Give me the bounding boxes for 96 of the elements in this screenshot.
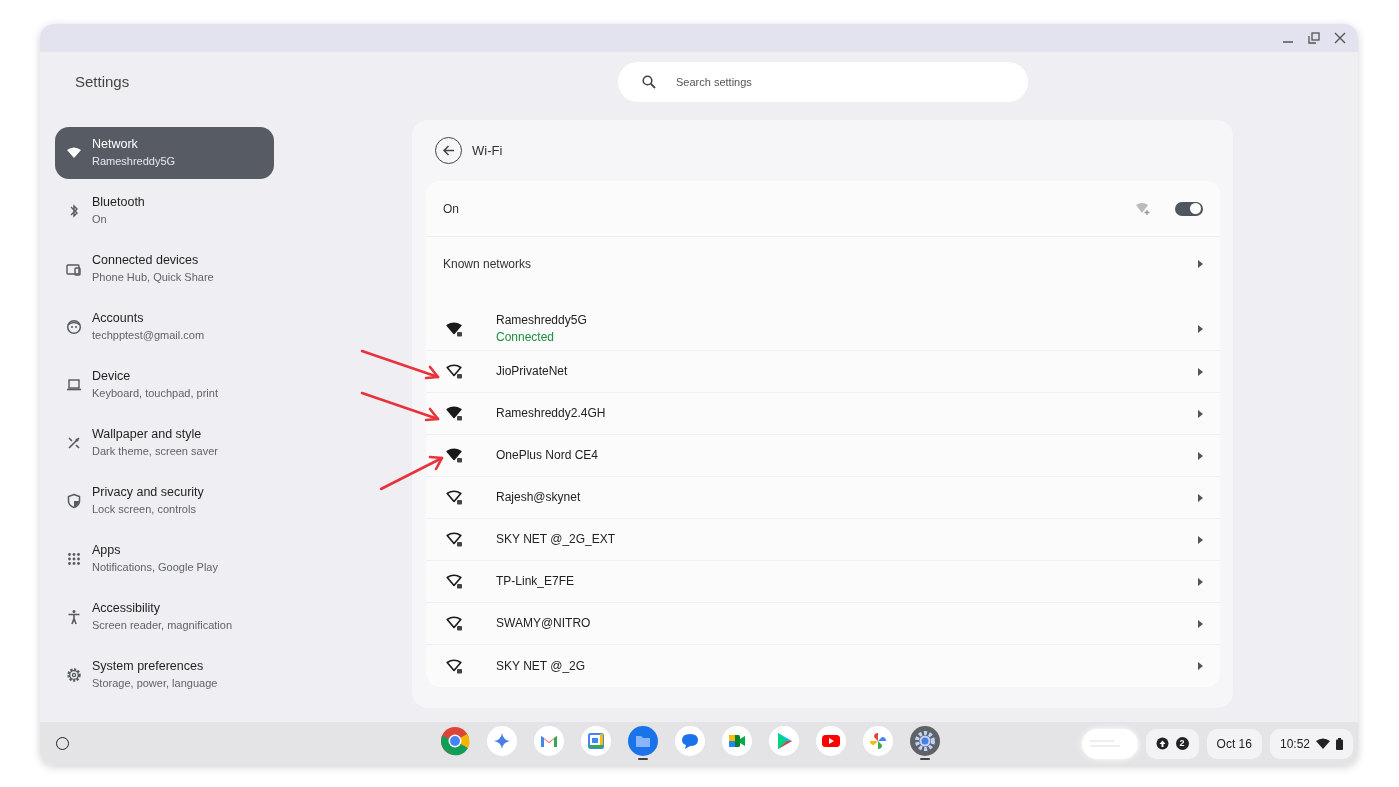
item-title: Connected devices xyxy=(92,252,200,269)
network-name: SWAMY@NITRO xyxy=(496,615,592,632)
wifi-toggle[interactable] xyxy=(1175,201,1203,216)
play-button-icon[interactable] xyxy=(816,726,846,756)
network-name: Rameshreddy2.4GH xyxy=(496,405,607,422)
chevron-icon xyxy=(1198,535,1203,544)
search-icon xyxy=(642,75,656,89)
video-icon[interactable] xyxy=(722,726,752,756)
account-icon xyxy=(66,319,82,335)
wifi-icon xyxy=(1316,738,1330,749)
network-name: OnePlus Nord CE4 xyxy=(496,447,600,464)
chevron-icon xyxy=(1198,577,1203,586)
sidebar-item[interactable]: Accessibility Screen reader, magnification xyxy=(55,591,274,643)
add-network-icon[interactable] xyxy=(1135,201,1151,216)
calendar-icon[interactable] xyxy=(581,726,611,756)
sidebar-item[interactable]: Wallpaper and style Dark theme, screen saver xyxy=(55,417,274,469)
network-row[interactable]: Rameshreddy2.4GH xyxy=(426,393,1220,435)
folder-icon[interactable] xyxy=(628,726,658,756)
shield-icon xyxy=(66,493,82,509)
toggle-label: On xyxy=(443,200,460,218)
apps-icon xyxy=(66,551,82,567)
network-row[interactable]: SKY NET @_2G_EXT xyxy=(426,519,1220,561)
known-networks-link[interactable]: Known networks xyxy=(426,237,1220,291)
network-row[interactable]: OnePlus Nord CE4 xyxy=(426,435,1220,477)
sidebar-item[interactable]: System preferences Storage, power, language xyxy=(55,649,274,701)
page-title: Wi-Fi xyxy=(472,141,503,160)
settings-icon xyxy=(66,667,82,683)
sidebar-item[interactable]: Bluetooth On xyxy=(55,185,274,237)
network-name: JioPrivateNet xyxy=(496,363,569,380)
chevron-icon xyxy=(1198,662,1203,670)
battery-icon xyxy=(1336,737,1343,750)
notification-tray[interactable]: 2 xyxy=(1145,728,1199,759)
item-title: Privacy and security xyxy=(92,484,204,501)
restore-icon[interactable] xyxy=(1308,32,1320,44)
browser-icon[interactable] xyxy=(440,726,470,756)
item-title: Accessibility xyxy=(92,600,162,617)
sidebar-item[interactable]: Privacy and security Lock screen, controls xyxy=(55,475,274,527)
chevron-icon xyxy=(1198,451,1203,460)
close-icon[interactable] xyxy=(1334,32,1346,44)
date-button[interactable]: Oct 16 xyxy=(1206,728,1262,759)
accessibility-icon xyxy=(66,609,82,625)
item-subtitle: Keyboard, touchpad, print xyxy=(92,386,218,401)
search-field[interactable]: Search settings xyxy=(618,62,1028,102)
laptop-icon xyxy=(66,377,82,393)
network-row[interactable]: SWAMY@NITRO xyxy=(426,603,1220,645)
chevron-icon xyxy=(1198,493,1203,502)
chevron-icon xyxy=(1198,409,1203,418)
settings-icon[interactable] xyxy=(910,726,940,756)
item-title: Bluetooth xyxy=(92,194,145,211)
item-subtitle: Notifications, Google Play xyxy=(92,560,218,575)
item-subtitle: Storage, power, language xyxy=(92,676,218,691)
upload-icon xyxy=(1155,737,1169,750)
chevron-icon xyxy=(1198,260,1203,268)
chat-icon[interactable] xyxy=(675,726,705,756)
network-status: Connected xyxy=(496,329,556,346)
network-name: SKY NET @_2G xyxy=(496,657,587,675)
network-row[interactable]: SKY NET @_2G xyxy=(426,645,1220,687)
chevron-icon xyxy=(1198,619,1203,628)
item-subtitle: Phone Hub, Quick Share xyxy=(92,270,214,285)
sidebar-item[interactable]: Network Rameshreddy5G xyxy=(55,127,274,179)
item-title: Apps xyxy=(92,542,122,559)
network-name: Rameshreddy5G xyxy=(496,312,588,329)
sidebar-item[interactable]: Accounts techpptest@gmail.com xyxy=(55,301,274,353)
pinwheel-icon[interactable] xyxy=(863,726,893,756)
item-title: Network xyxy=(92,136,139,153)
item-subtitle: Rameshreddy5G xyxy=(92,154,176,169)
sparkle-icon[interactable] xyxy=(487,726,517,756)
sidebar-item[interactable]: Connected devices Phone Hub, Quick Share xyxy=(55,243,274,295)
clock: 10:52 xyxy=(1279,735,1310,753)
status-tray[interactable]: 10:52 xyxy=(1269,728,1353,759)
chevron-icon xyxy=(1198,325,1203,333)
window-title: Settings xyxy=(75,71,131,92)
devices-icon xyxy=(66,261,82,277)
item-subtitle: On xyxy=(92,212,108,227)
mail-icon[interactable] xyxy=(534,726,564,756)
item-title: Wallpaper and style xyxy=(92,426,203,443)
sidebar-item[interactable]: Device Keyboard, touchpad, print xyxy=(55,359,274,411)
notification-count: 2 xyxy=(1175,737,1189,750)
item-subtitle: Lock screen, controls xyxy=(92,502,197,517)
chevron-icon xyxy=(1198,367,1203,376)
item-title: System preferences xyxy=(92,658,205,675)
item-subtitle: Dark theme, screen saver xyxy=(92,444,218,459)
sidebar-item[interactable]: Apps Notifications, Google Play xyxy=(55,533,274,585)
network-row[interactable]: Rameshreddy5G Connected xyxy=(426,308,1220,351)
network-name: SKY NET @_2G_EXT xyxy=(496,531,617,548)
item-title: Accounts xyxy=(92,310,145,327)
network-row[interactable]: TP-Link_E7FE xyxy=(426,561,1220,603)
item-subtitle: Screen reader, magnification xyxy=(92,618,233,633)
network-name: TP-Link_E7FE xyxy=(496,573,576,590)
network-row[interactable]: Rajesh@skynet xyxy=(426,477,1220,519)
item-title: Device xyxy=(92,368,132,385)
back-arrow-icon xyxy=(442,144,455,157)
network-name: Rajesh@skynet xyxy=(496,489,582,506)
network-row[interactable]: JioPrivateNet xyxy=(426,351,1220,393)
play-icon[interactable] xyxy=(769,726,799,756)
item-subtitle: techpptest@gmail.com xyxy=(92,328,205,343)
